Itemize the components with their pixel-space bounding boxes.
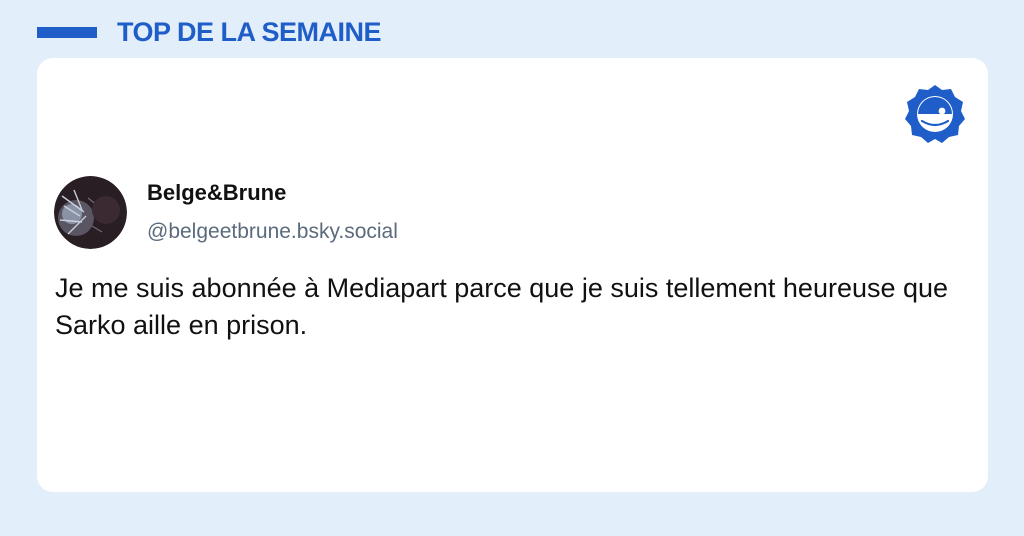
section-title: TOP DE LA SEMAINE [117,17,382,47]
author-name[interactable]: Belge&Brune [147,180,286,206]
post-text: Je me suis abonnée à Mediapart parce que… [55,273,949,340]
header-accent-bar [37,26,97,38]
author-handle[interactable]: @belgeetbrune.bsky.social [147,220,398,244]
user-avatar[interactable] [54,176,127,249]
post-card[interactable]: Belge&Brune @belgeetbrune.bsky.social Je… [37,58,988,492]
section-header: TOP DE LA SEMAINE [37,14,382,50]
bluesky-face-badge-icon [902,81,968,147]
